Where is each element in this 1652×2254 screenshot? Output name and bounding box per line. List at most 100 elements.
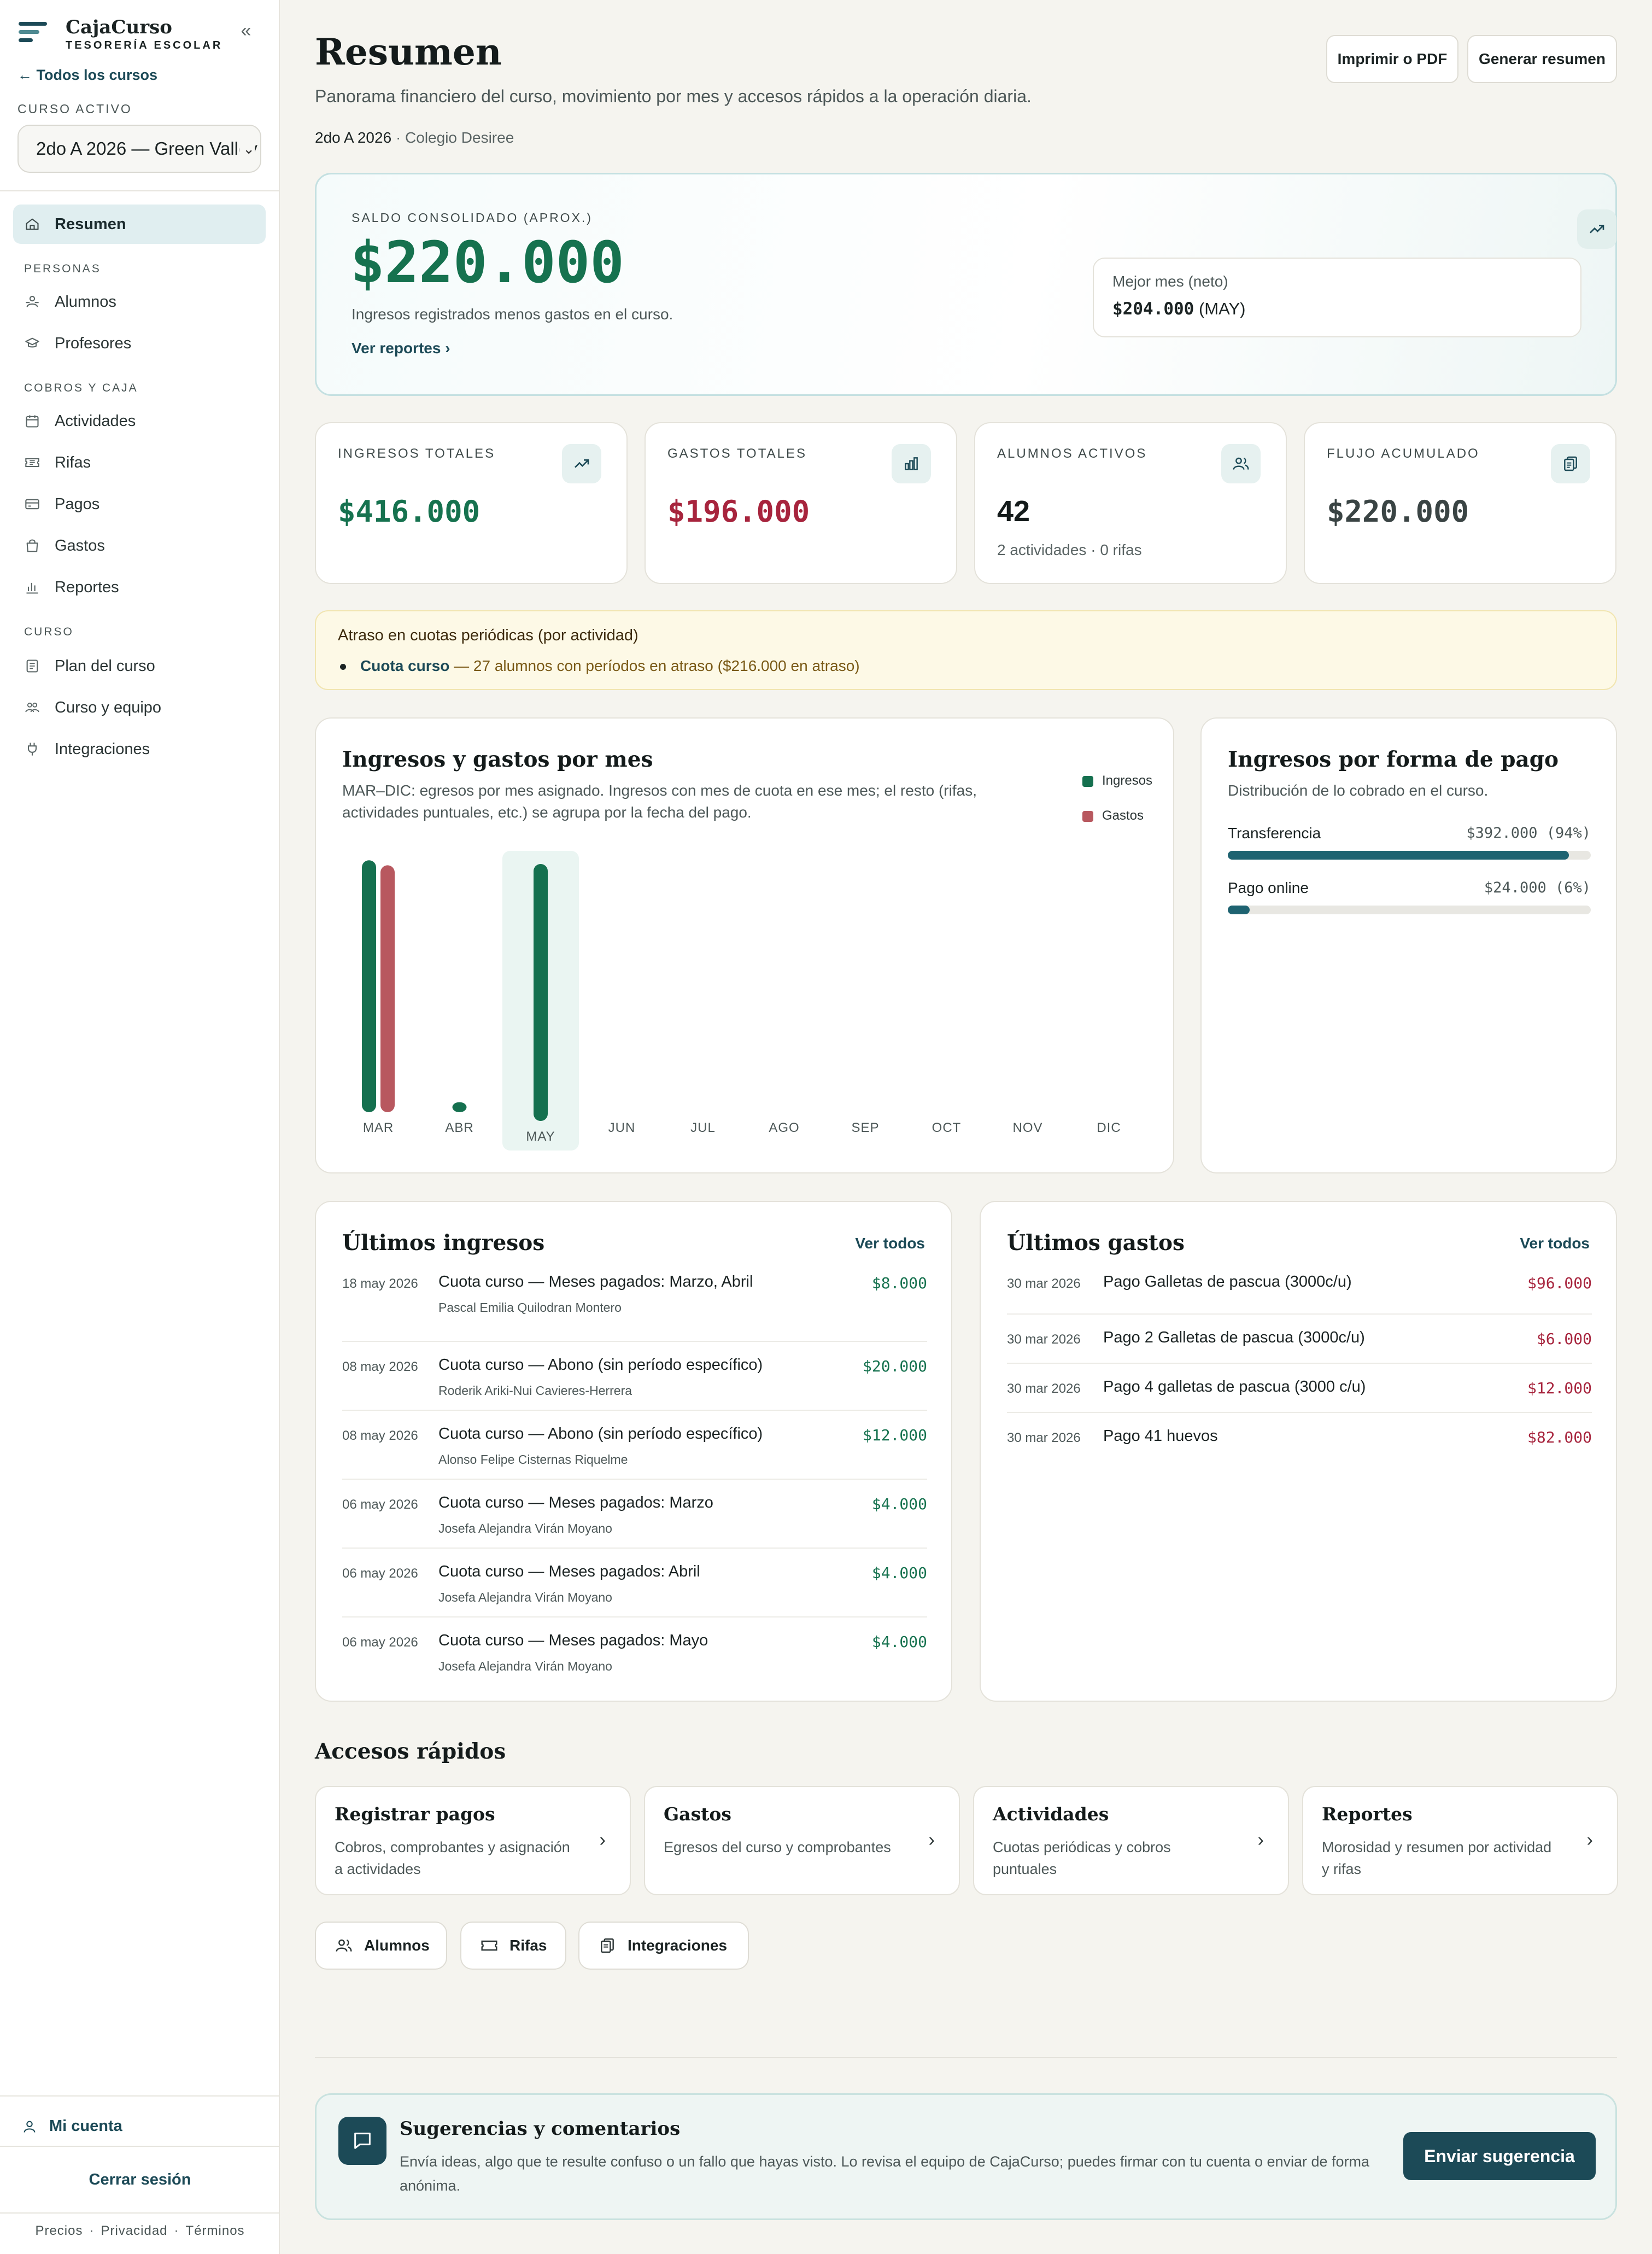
course-select[interactable]: 2do A 2026 — Green Valley ⌄ bbox=[17, 125, 261, 173]
sidebar: CajaCurso TESORERÍA ESCOLAR « ← Todos lo… bbox=[0, 0, 280, 2254]
quick-access-gastos[interactable]: Gastos Egresos del curso y comprobantes … bbox=[644, 1786, 960, 1895]
sidebar-item-alumnos[interactable]: Alumnos bbox=[13, 282, 266, 322]
sidebar-item-resumen[interactable]: Resumen bbox=[13, 205, 266, 244]
x-tick-label-JUN: JUN bbox=[608, 1120, 636, 1135]
list-item[interactable]: 08 may 2026 Cuota curso — Abono (sin per… bbox=[342, 1342, 927, 1411]
quick-access-actividades[interactable]: Actividades Cuotas periódicas y cobros p… bbox=[973, 1786, 1289, 1895]
shortcut-integraciones[interactable]: Integraciones bbox=[578, 1922, 749, 1970]
quick-access-reportes[interactable]: Reportes Morosidad y resumen por activid… bbox=[1302, 1786, 1618, 1895]
print-pdf-button[interactable]: Imprimir o PDF bbox=[1326, 35, 1458, 83]
legend-swatch bbox=[1082, 810, 1093, 822]
quick-access-registrar-pagos[interactable]: Registrar pagos Cobros, comprobantes y a… bbox=[315, 1786, 631, 1895]
view-all-income-link[interactable]: Ver todos bbox=[855, 1235, 925, 1252]
view-reports-link[interactable]: Ver reportes › bbox=[352, 340, 450, 357]
view-all-expenses-link[interactable]: Ver todos bbox=[1520, 1235, 1590, 1252]
shortcut-label: Integraciones bbox=[628, 1937, 728, 1954]
bar-ingresos-MAY[interactable] bbox=[534, 864, 548, 1121]
best-month-name: (MAY) bbox=[1198, 299, 1246, 318]
x-tick-label-JUL: JUL bbox=[690, 1120, 716, 1135]
list-item-date: 30 mar 2026 bbox=[1007, 1332, 1081, 1347]
bar-ingresos-ABR[interactable] bbox=[452, 1102, 467, 1112]
balance-hero-card: SALDO CONSOLIDADO (APROX.) $220.000 Ingr… bbox=[315, 173, 1617, 396]
list-item-amount: $6.000 bbox=[1536, 1330, 1592, 1348]
users-icon bbox=[336, 1939, 352, 1952]
shortcut-label: Alumnos bbox=[364, 1937, 430, 1954]
alert-title: Atraso en cuotas periódicas (por activid… bbox=[338, 627, 638, 644]
list-item[interactable]: 30 mar 2026 Pago Galletas de pascua (300… bbox=[1007, 1273, 1592, 1315]
sidebar-item-gastos[interactable]: Gastos bbox=[13, 526, 266, 565]
page-title: Resumen bbox=[315, 31, 502, 73]
list-item-title: Cuota curso — Meses pagados: Mayo bbox=[438, 1632, 708, 1649]
brand[interactable]: CajaCurso TESORERÍA ESCOLAR bbox=[19, 16, 265, 55]
stat-card-income: INGRESOS TOTALES $416.000 bbox=[315, 422, 628, 584]
quick-access-card-title: Registrar pagos bbox=[335, 1803, 495, 1825]
legal-links: Precios · Privacidad · Términos bbox=[35, 2223, 245, 2238]
list-item[interactable]: 30 mar 2026 Pago 2 Galletas de pascua (3… bbox=[1007, 1315, 1592, 1364]
list-item[interactable]: 06 may 2026 Cuota curso — Meses pagados:… bbox=[342, 1549, 927, 1617]
send-suggestion-button[interactable]: Enviar sugerencia bbox=[1403, 2132, 1596, 2180]
sidebar-item-reportes[interactable]: Reportes bbox=[13, 568, 266, 607]
sidebar-item-plan[interactable]: Plan del curso bbox=[13, 646, 266, 686]
ticket-icon bbox=[25, 458, 39, 468]
shortcut-rifas[interactable]: Rifas bbox=[460, 1922, 566, 1970]
sidebar-item-label: Gastos bbox=[55, 537, 105, 554]
team-icon bbox=[25, 702, 39, 713]
terms-link[interactable]: Términos bbox=[186, 2223, 245, 2238]
back-to-courses-link[interactable]: ← Todos los cursos bbox=[17, 67, 157, 84]
stat-value: $416.000 bbox=[338, 494, 481, 529]
list-item-title: Cuota curso — Abono (sin período específ… bbox=[438, 1425, 763, 1443]
sidebar-divider bbox=[0, 2212, 280, 2214]
my-account-label: Mi cuenta bbox=[49, 2117, 122, 2135]
logout-button[interactable]: Cerrar sesión bbox=[0, 2171, 280, 2189]
sidebar-item-rifas[interactable]: Rifas bbox=[13, 443, 266, 482]
shortcut-alumnos[interactable]: Alumnos bbox=[315, 1922, 447, 1970]
list-item-amount: $4.000 bbox=[871, 1495, 927, 1513]
sidebar-item-integraciones[interactable]: Integraciones bbox=[13, 729, 266, 769]
collapse-sidebar-icon[interactable]: « bbox=[236, 21, 256, 42]
my-account-link[interactable]: Mi cuenta bbox=[22, 2117, 122, 2135]
trend-up-icon bbox=[1577, 209, 1616, 249]
list-item[interactable]: 30 mar 2026 Pago 41 huevos $82.000 bbox=[1007, 1413, 1592, 1462]
chart-description: MAR–DIC: egresos por mes asignado. Ingre… bbox=[342, 782, 977, 821]
privacy-link[interactable]: Privacidad bbox=[101, 2223, 167, 2238]
best-month-box: Mejor mes (neto) $204.000 (MAY) bbox=[1093, 258, 1581, 337]
generate-summary-button[interactable]: Generar resumen bbox=[1467, 35, 1617, 83]
x-tick-label-NOV: NOV bbox=[1012, 1120, 1042, 1135]
list-item-student: Pascal Emilia Quilodran Montero bbox=[438, 1300, 622, 1315]
sidebar-item-label: Plan del curso bbox=[55, 657, 155, 675]
progress-track bbox=[1228, 851, 1591, 860]
list-item[interactable]: 08 may 2026 Cuota curso — Abono (sin per… bbox=[342, 1411, 927, 1480]
progress-track bbox=[1228, 906, 1591, 914]
list-item-title: Cuota curso — Meses pagados: Marzo, Abri… bbox=[438, 1273, 753, 1290]
x-tick-label-AGO: AGO bbox=[769, 1120, 799, 1135]
x-tick-label-DIC: DIC bbox=[1097, 1120, 1121, 1135]
list-item-title: Pago Galletas de pascua (3000c/u) bbox=[1103, 1273, 1352, 1290]
list-item-student: Josefa Alejandra Virán Moyano bbox=[438, 1521, 612, 1535]
bar-gastos-MAR[interactable] bbox=[380, 865, 395, 1112]
stat-card-expenses: GASTOS TOTALES $196.000 bbox=[645, 422, 957, 584]
sidebar-item-actividades[interactable]: Actividades bbox=[13, 401, 266, 441]
payment-method-value: $24.000 (6%) bbox=[1484, 879, 1591, 896]
sidebar-item-pagos[interactable]: Pagos bbox=[13, 484, 266, 524]
alert-activity-link[interactable]: Cuota curso bbox=[360, 657, 449, 674]
calendar-icon bbox=[26, 415, 39, 428]
list-item[interactable]: 06 may 2026 Cuota curso — Meses pagados:… bbox=[342, 1480, 927, 1549]
list-item[interactable]: 18 may 2026 Cuota curso — Meses pagados:… bbox=[342, 1273, 927, 1342]
progress-fill bbox=[1228, 851, 1569, 860]
stat-card-students: ALUMNOS ACTIVOS 42 2 actividades · 0 rif… bbox=[974, 422, 1287, 584]
sidebar-item-label: Actividades bbox=[55, 412, 136, 430]
list-item-student: Josefa Alejandra Virán Moyano bbox=[438, 1590, 612, 1604]
sidebar-item-label: Pagos bbox=[55, 495, 100, 513]
list-item[interactable]: 06 may 2026 Cuota curso — Meses pagados:… bbox=[342, 1617, 927, 1686]
sidebar-item-label: Rifas bbox=[55, 454, 91, 471]
shopping-bag-icon bbox=[26, 539, 38, 552]
sidebar-item-equipo[interactable]: Curso y equipo bbox=[13, 688, 266, 727]
stat-value: 42 bbox=[997, 495, 1030, 528]
sidebar-item-profesores[interactable]: Profesores bbox=[13, 324, 266, 363]
shortcut-label: Rifas bbox=[509, 1937, 547, 1954]
list-item[interactable]: 30 mar 2026 Pago 4 galletas de pascua (3… bbox=[1007, 1364, 1592, 1413]
pricing-link[interactable]: Precios bbox=[35, 2223, 83, 2238]
list-item-title: Cuota curso — Abono (sin período específ… bbox=[438, 1356, 763, 1374]
chevron-right-icon: › bbox=[928, 1830, 935, 1850]
bar-ingresos-MAR[interactable] bbox=[362, 860, 376, 1112]
